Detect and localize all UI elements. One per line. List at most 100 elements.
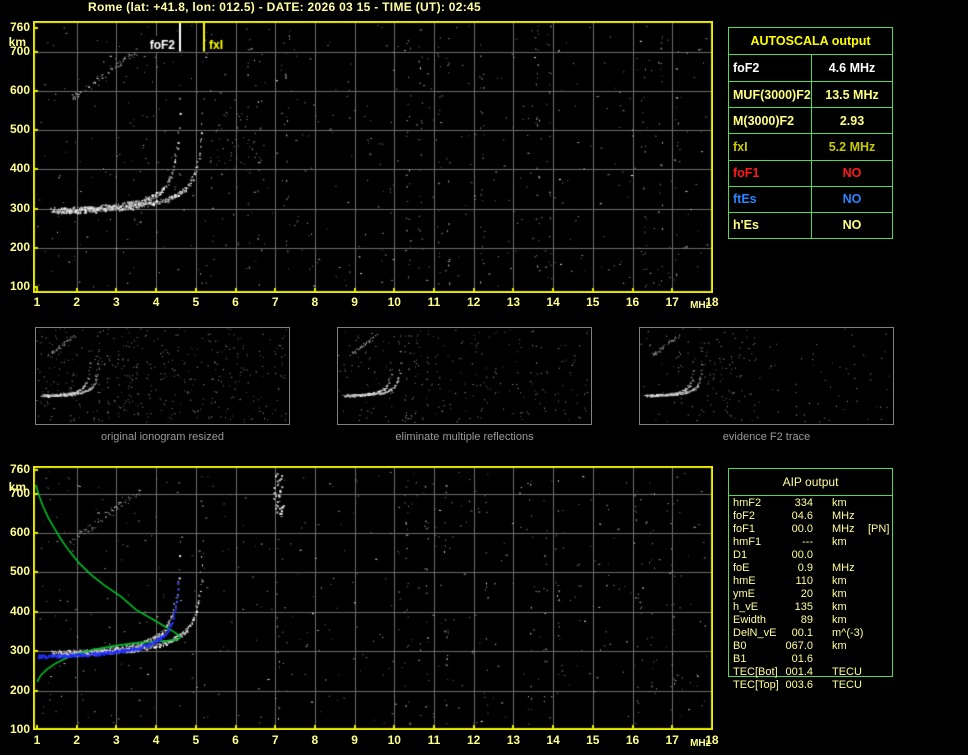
- x-tick-label: 14: [546, 295, 560, 309]
- aip-value: 00.1: [791, 627, 813, 639]
- x-tick-label: 5: [192, 733, 200, 747]
- y-axis-unit-label: km: [8, 35, 26, 49]
- aip-value: ---: [802, 536, 813, 548]
- autoscala-param-label: M(3000)F2: [729, 108, 812, 134]
- aip-name: foF1: [733, 523, 756, 535]
- aip-name: ymE: [733, 588, 755, 600]
- aip-row-hmf2: hmF2 334 km: [728, 497, 893, 510]
- aip-value: 0.9: [797, 562, 813, 574]
- x-tick-label: 15: [586, 733, 600, 747]
- autoscala-param-value: 2.93: [839, 113, 865, 128]
- y-tick-label: 500: [9, 564, 30, 579]
- aip-unit: TECU: [832, 679, 862, 691]
- aip-row-b0: B0 067.0 km: [728, 640, 893, 653]
- x-tick-label: 4: [152, 295, 160, 309]
- x-tick-label: 8: [311, 295, 319, 309]
- aip-row-b1: B1 01.6: [728, 653, 893, 666]
- x-tick-label: 2: [73, 295, 81, 309]
- aip-row-foe: foE 0.9 MHz: [728, 562, 893, 575]
- aip-value: 01.6: [791, 653, 813, 665]
- aip-name: foF2: [733, 510, 756, 522]
- aip-name: TEC[Top]: [733, 679, 779, 691]
- autoscala-row-m3000f2: M(3000)F2 2.93: [729, 107, 892, 134]
- autoscala-output-table: AUTOSCALA output foF2 4.6 MHz MUF(3000)F2 1…: [728, 27, 893, 239]
- x-tick-label: 15: [586, 295, 600, 309]
- aip-value: 04.6: [791, 510, 813, 522]
- x-tick-label: 1: [33, 733, 41, 747]
- aip-name: TEC[Bot]: [733, 666, 778, 678]
- x-tick-label: 14: [546, 733, 560, 747]
- aip-row-fof2: foF2 04.6 MHz: [728, 510, 893, 523]
- x-tick-label: 9: [351, 295, 358, 309]
- x-tick-label: 11: [427, 295, 441, 309]
- thumbnail-caption-original: original ionogram resized: [101, 431, 224, 443]
- autoscala-row-fof1: foF1 NO: [729, 159, 892, 186]
- aip-row-tectop: TEC[Top] 003.6 TECU: [728, 679, 893, 692]
- aip-output-table-title: AIP output: [729, 469, 892, 496]
- aip-value: 001.4: [785, 666, 813, 678]
- aip-value: 89: [800, 614, 813, 626]
- x-tick-label: 11: [427, 733, 441, 747]
- aip-row-tecbot: TEC[Bot] 001.4 TECU: [728, 666, 893, 679]
- autoscala-row-fof2: foF2 4.6 MHz: [729, 55, 892, 82]
- aip-value: 00.0: [791, 523, 813, 535]
- aip-note: [PN]: [868, 523, 890, 535]
- autoscala-param-value: 4.6 MHz: [828, 61, 876, 76]
- x-tick-label: 9: [351, 733, 358, 747]
- autoscala-screen: Rome (lat: +41.8, lon: 012.5) - DATE: 20…: [0, 0, 968, 755]
- x-tick-label: 17: [665, 733, 679, 747]
- restored-ionogram-profile-plot: [33, 466, 713, 730]
- aip-value: 110: [795, 575, 813, 587]
- aip-unit: km: [832, 601, 847, 613]
- aip-row-hve: h_vE 135 km: [728, 601, 893, 614]
- aip-unit: MHz: [832, 523, 855, 535]
- y-tick-label: 500: [9, 122, 30, 137]
- autoscala-param-value: NO: [842, 166, 862, 181]
- x-tick-label: 10: [387, 733, 401, 747]
- aip-name: hmF2: [733, 497, 762, 509]
- aip-value: 00.0: [791, 549, 813, 561]
- thumbnail-evidence-f2-trace: [639, 327, 894, 425]
- x-axis-unit-label: MHz: [690, 300, 711, 311]
- y-tick-label: 760: [9, 462, 30, 476]
- x-tick-label: 3: [113, 295, 120, 309]
- aip-unit: MHz: [832, 510, 855, 522]
- autoscala-param-label: ftEs: [729, 186, 812, 212]
- autoscala-param-value: 5.2 MHz: [828, 139, 876, 154]
- thumbnail-eliminate-reflections: [337, 327, 592, 425]
- aip-name: hmE: [733, 575, 756, 587]
- autoscala-param-value: NO: [842, 218, 862, 233]
- autoscala-row-ftes: ftEs NO: [729, 185, 892, 212]
- aip-name: Ewidth: [733, 614, 767, 626]
- x-tick-label: 17: [665, 295, 679, 309]
- x-tick-label: 13: [506, 295, 521, 309]
- aip-name: B0: [733, 640, 747, 652]
- aip-row-delnve: DelN_vE 00.1 m^(-3): [728, 627, 893, 640]
- aip-value: 20: [800, 588, 813, 600]
- x-tick-label: 16: [625, 295, 640, 309]
- y-tick-label: 600: [9, 82, 30, 97]
- aip-value: 135: [794, 601, 813, 613]
- aip-unit: [832, 653, 866, 666]
- autoscala-output-table-title: AUTOSCALA output: [729, 28, 892, 55]
- y-tick-label: 400: [9, 603, 30, 618]
- scaled-ionogram-plot: [33, 21, 713, 293]
- autoscala-param-label: foF2: [729, 55, 812, 82]
- autoscala-param-label: MUF(3000)F2: [729, 82, 812, 108]
- x-tick-label: 3: [113, 733, 120, 747]
- aip-unit: m^(-3): [832, 627, 864, 639]
- aip-unit: km: [832, 497, 847, 509]
- aip-unit: km: [832, 588, 847, 600]
- aip-row-yme: ymE 20 km: [728, 588, 893, 601]
- aip-name: D1: [733, 549, 748, 561]
- y-tick-label: 400: [9, 161, 30, 176]
- autoscala-param-label: h'Es: [729, 212, 812, 238]
- y-tick-label: 100: [9, 278, 30, 293]
- autoscala-param-label: foF1: [729, 160, 812, 186]
- y-tick-label: 100: [9, 722, 30, 737]
- x-axis-unit-label: MHz: [690, 738, 711, 749]
- aip-unit: km: [832, 614, 847, 626]
- autoscala-row-fxi: fxI 5.2 MHz: [729, 133, 892, 160]
- aip-name: B1: [733, 653, 747, 665]
- y-tick-label: 200: [9, 239, 30, 254]
